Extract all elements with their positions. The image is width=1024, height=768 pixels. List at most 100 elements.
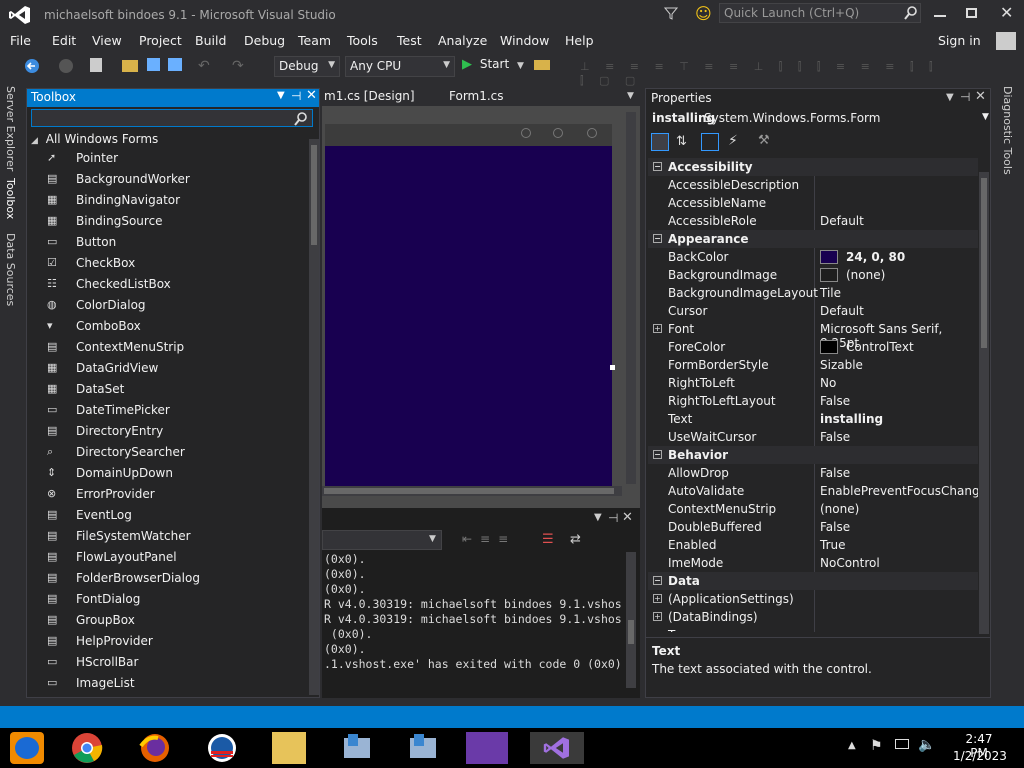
designer-horizontal-scrollbar[interactable] — [322, 486, 622, 496]
diagnostic-tools-tab[interactable]: Diagnostic Tools — [1001, 86, 1014, 175]
toolbox-item-imagelist[interactable]: ▭ ImageList — [27, 673, 307, 694]
toolbox-item-filesystemwatcher[interactable]: ▤ FileSystemWatcher — [27, 526, 307, 547]
designer-scroll-thumb[interactable] — [324, 488, 614, 494]
expand-icon[interactable]: + — [653, 594, 662, 603]
output-close-icon[interactable]: ✕ — [622, 510, 633, 525]
toolbox-item-bindingsource[interactable]: ▦ BindingSource — [27, 211, 307, 232]
toolbox-item-backgroundworker[interactable]: ▤ BackgroundWorker — [27, 169, 307, 190]
property-row[interactable]: ImeMode NoControl — [648, 554, 978, 572]
toolbox-scrollbar[interactable] — [309, 139, 319, 695]
feedback-smiley-icon[interactable]: ☺ — [695, 4, 712, 23]
property-row[interactable]: ForeColor ControlText — [648, 338, 978, 356]
menu-build[interactable]: Build — [195, 33, 226, 48]
toolbox-item-datetimepicker[interactable]: ▭ DateTimePicker — [27, 400, 307, 421]
solution-platform-dropdown[interactable]: Any CPU ▼ — [345, 56, 455, 77]
property-value[interactable]: 24, 0, 80 — [846, 250, 905, 264]
property-value[interactable]: False — [820, 520, 850, 534]
property-row[interactable]: + (DataBindings) — [648, 608, 978, 626]
property-category[interactable]: − Data — [648, 572, 978, 590]
sign-in-link[interactable]: Sign in — [938, 33, 981, 48]
menu-edit[interactable]: Edit — [52, 33, 76, 48]
alphabetical-view-icon[interactable]: ⇅ — [676, 134, 687, 149]
property-value[interactable]: False — [820, 466, 850, 480]
toolbox-item-contextmenustrip[interactable]: ▤ ContextMenuStrip — [27, 337, 307, 358]
events-view-icon[interactable]: ⚡ — [728, 133, 738, 149]
object-selector[interactable]: installing System.Windows.Forms.Form ▼ — [648, 109, 989, 127]
collapse-icon[interactable]: − — [653, 450, 662, 459]
new-project-icon[interactable] — [90, 58, 102, 72]
toolbox-item-groupbox[interactable]: ▤ GroupBox — [27, 610, 307, 631]
flag-icon[interactable]: ⚑ — [870, 738, 883, 754]
toolbox-close-icon[interactable]: ✕ — [306, 88, 317, 103]
property-row[interactable]: DoubleBuffered False — [648, 518, 978, 536]
toolbox-item-errorprovider[interactable]: ⊗ ErrorProvider — [27, 484, 307, 505]
property-value[interactable]: installing — [820, 412, 883, 426]
property-row[interactable]: FormBorderStyle Sizable — [648, 356, 978, 374]
output-source-dropdown[interactable]: ▼ — [322, 530, 442, 550]
property-value[interactable]: NoControl — [820, 556, 880, 570]
toolbox-item-checkbox[interactable]: ☑ CheckBox — [27, 253, 307, 274]
properties-scroll-thumb[interactable] — [981, 178, 987, 348]
property-category[interactable]: − Accessibility — [648, 158, 978, 176]
file-explorer-icon[interactable] — [272, 732, 306, 764]
start-button[interactable]: ▶ Start ▼ — [462, 57, 524, 77]
property-row[interactable]: ContextMenuStrip (none) — [648, 500, 978, 518]
tab-form1-code[interactable]: Form1.cs — [449, 89, 504, 103]
restore-button[interactable] — [966, 8, 977, 18]
installer-icon[interactable] — [406, 732, 440, 764]
properties-close-icon[interactable]: ✕ — [975, 89, 986, 104]
toolbox-scroll-thumb[interactable] — [311, 145, 317, 245]
menu-window[interactable]: Window — [500, 33, 549, 48]
menu-tools[interactable]: Tools — [347, 33, 378, 48]
menu-team[interactable]: Team — [298, 33, 331, 48]
property-value[interactable]: False — [820, 430, 850, 444]
property-row[interactable]: BackColor 24, 0, 80 — [648, 248, 978, 266]
categorized-view-icon[interactable] — [651, 133, 669, 151]
toolbox-search-input[interactable] — [31, 109, 313, 127]
output-dropdown-icon[interactable]: ▼ — [594, 512, 602, 523]
expand-icon[interactable]: + — [653, 324, 662, 333]
property-value[interactable]: True — [820, 538, 846, 552]
campaign-logo-icon[interactable] — [205, 732, 239, 764]
toolbox-item-combobox[interactable]: ▾ ComboBox — [27, 316, 307, 337]
property-row[interactable]: BackgroundImageLayout Tile — [648, 284, 978, 302]
open-file-icon[interactable] — [122, 60, 138, 72]
solution-configuration-dropdown[interactable]: Debug ▼ — [274, 56, 340, 77]
volume-icon[interactable]: 🔈 — [918, 737, 935, 753]
output-pin-icon[interactable]: ⊣ — [608, 511, 618, 525]
toolbox-item-checkedlistbox[interactable]: ☷ CheckedListBox — [27, 274, 307, 295]
property-row[interactable]: AccessibleRole Default — [648, 212, 978, 230]
installer-icon[interactable] — [340, 732, 374, 764]
toolbox-item-hscrollbar[interactable]: ▭ HScrollBar — [27, 652, 307, 673]
property-pages-icon[interactable]: ⚒ — [758, 133, 770, 148]
chrome-icon[interactable] — [70, 732, 104, 764]
users-app-icon[interactable] — [466, 732, 508, 764]
toolbox-item-domainupdown[interactable]: ⇕ DomainUpDown — [27, 463, 307, 484]
toolbox-item-flowlayoutpanel[interactable]: ▤ FlowLayoutPanel — [27, 547, 307, 568]
toolbox-item-directorysearcher[interactable]: ⌕ DirectorySearcher — [27, 442, 307, 463]
property-row[interactable]: + Font Microsoft Sans Serif, 8.25pt — [648, 320, 978, 350]
toolbox-item-pointer[interactable]: ➚ Pointer — [27, 148, 307, 169]
close-button[interactable]: ✕ — [1000, 3, 1013, 22]
expand-icon[interactable]: + — [653, 612, 662, 621]
collapse-icon[interactable]: − — [653, 234, 662, 243]
toolbox-item-helpprovider[interactable]: ▤ HelpProvider — [27, 631, 307, 652]
form-preview[interactable] — [325, 124, 612, 486]
save-all-icon[interactable] — [168, 58, 182, 71]
property-row[interactable]: Text installing — [648, 410, 978, 428]
property-row[interactable]: AllowDrop False — [648, 464, 978, 482]
property-row[interactable]: Tag — [648, 626, 978, 632]
media-app-icon[interactable] — [10, 732, 44, 764]
pin-icon[interactable]: ⊣ — [291, 89, 301, 103]
data-sources-tab[interactable]: Data Sources — [4, 233, 17, 306]
tab-overflow-icon[interactable]: ▼ — [627, 91, 634, 101]
property-row[interactable]: UseWaitCursor False — [648, 428, 978, 446]
property-category[interactable]: − Appearance — [648, 230, 978, 248]
output-scroll-thumb[interactable] — [628, 620, 634, 644]
account-avatar-icon[interactable] — [996, 32, 1016, 50]
property-value[interactable]: (none) — [846, 268, 885, 282]
save-icon[interactable] — [147, 58, 160, 71]
toolbox-item-button[interactable]: ▭ Button — [27, 232, 307, 253]
resize-handle[interactable] — [610, 365, 615, 370]
collapse-icon[interactable]: − — [653, 162, 662, 171]
